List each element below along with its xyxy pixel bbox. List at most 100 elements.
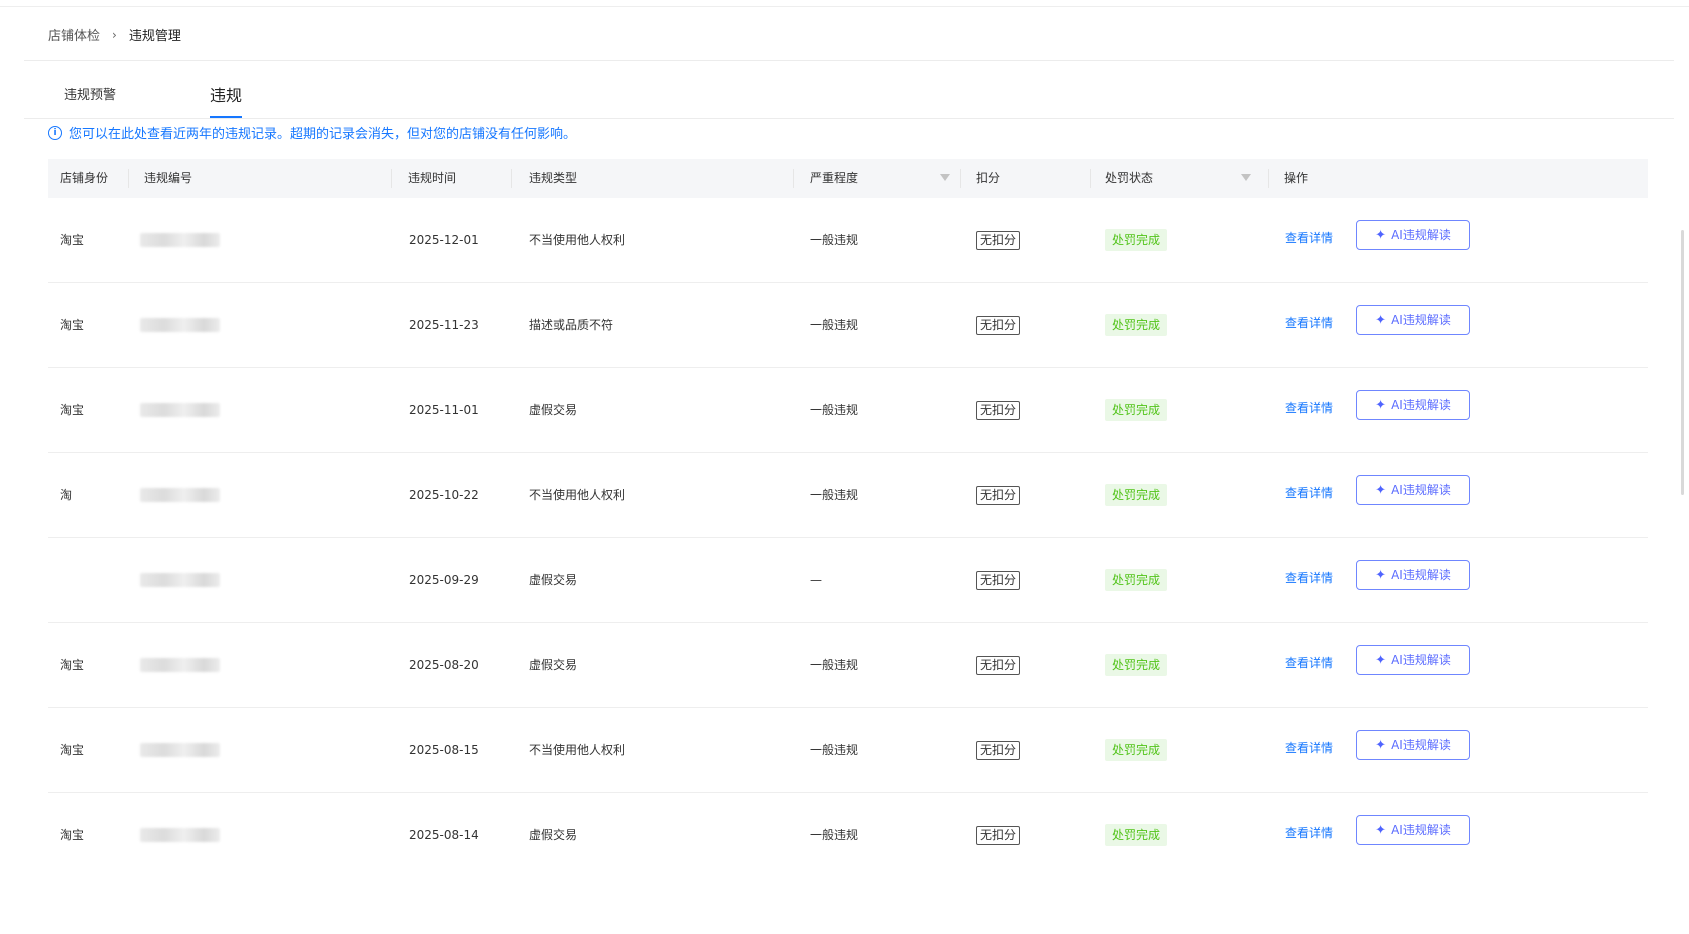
view-detail-link[interactable]: 查看详情: [1285, 198, 1333, 282]
page: 店铺体检 › 违规管理 违规预警 违规 i 您可以在此处查看近两年的违规记录。超…: [0, 0, 1689, 934]
severity-filter-icon[interactable]: [940, 174, 950, 181]
deduction-badge: 无扣分: [976, 571, 1021, 590]
cell-date: 2025-08-20: [409, 658, 479, 672]
cell-type: 虚假交易: [529, 403, 578, 417]
vertical-scrollbar[interactable]: [1681, 230, 1684, 495]
tab-bar: 违规预警 违规: [24, 76, 1674, 119]
cell-severity: 一般违规: [810, 403, 859, 417]
header-separator: [1090, 169, 1091, 188]
header-violation-time: 违规时间: [408, 171, 457, 185]
breadcrumb-current: 违规管理: [128, 29, 181, 44]
ai-button-label: AI违规解读: [1391, 398, 1451, 412]
tab-violation[interactable]: 违规: [210, 76, 243, 118]
header-shop-identity: 店铺身份: [60, 171, 109, 185]
cell-type: 描述或品质不符: [529, 318, 614, 332]
sparkle-icon: ✦: [1375, 823, 1387, 838]
cell-date: 2025-12-01: [409, 233, 479, 247]
info-icon: i: [48, 125, 62, 140]
cell-date: 2025-08-14: [409, 828, 479, 842]
top-divider: [0, 6, 1689, 7]
view-detail-link[interactable]: 查看详情: [1285, 453, 1333, 537]
header-separator: [511, 169, 512, 188]
blurred-violation-no: [140, 403, 220, 417]
header-separator: [1268, 169, 1269, 188]
cell-severity: 一般违规: [810, 743, 859, 757]
deduction-badge: 无扣分: [976, 486, 1021, 505]
tab-violation-warning[interactable]: 违规预警: [64, 76, 116, 117]
breadcrumb-divider: [24, 60, 1674, 61]
cell-date: 2025-10-22: [409, 488, 479, 502]
status-badge: 处罚完成: [1105, 739, 1168, 761]
view-detail-link[interactable]: 查看详情: [1285, 708, 1333, 792]
view-detail-link[interactable]: 查看详情: [1285, 368, 1333, 452]
ai-interpret-button[interactable]: ✦ AI违规解读: [1356, 305, 1470, 335]
header-separator: [391, 169, 392, 188]
info-notice: i 您可以在此处查看近两年的违规记录。超期的记录会消失，但对您的店铺没有任何影响…: [48, 123, 576, 142]
cell-severity: 一般违规: [810, 658, 859, 672]
blurred-violation-no: [140, 233, 220, 247]
table-row: 淘 2025-10-22 不当使用他人权利 一般违规 无扣分 处罚完成 查看详情…: [48, 453, 1648, 538]
table-row: 淘宝 2025-11-23 描述或品质不符 一般违规 无扣分 处罚完成 查看详情…: [48, 283, 1648, 368]
header-violation-type: 违规类型: [529, 171, 578, 185]
deduction-badge: 无扣分: [976, 401, 1021, 420]
view-detail-link[interactable]: 查看详情: [1285, 283, 1333, 367]
deduction-badge: 无扣分: [976, 656, 1021, 675]
header-deduction: 扣分: [976, 171, 1001, 185]
ai-interpret-button[interactable]: ✦ AI违规解读: [1356, 390, 1470, 420]
blurred-violation-no: [140, 828, 220, 842]
table-row: 淘宝 2025-08-14 虚假交易 一般违规 无扣分 处罚完成 查看详情 ✦ A…: [48, 793, 1648, 877]
ai-button-label: AI违规解读: [1391, 738, 1451, 752]
status-filter-icon[interactable]: [1241, 174, 1251, 181]
status-badge: 处罚完成: [1105, 399, 1168, 421]
view-detail-link[interactable]: 查看详情: [1285, 623, 1333, 707]
header-penalty-status: 处罚状态: [1105, 171, 1154, 185]
header-separator: [793, 169, 794, 188]
cell-type: 虚假交易: [529, 658, 578, 672]
ai-interpret-button[interactable]: ✦ AI违规解读: [1356, 560, 1470, 590]
cell-severity: 一般违规: [810, 318, 859, 332]
chevron-right-icon: ›: [112, 27, 117, 42]
header-violation-no: 违规编号: [144, 171, 193, 185]
cell-type: 不当使用他人权利: [529, 233, 626, 247]
ai-interpret-button[interactable]: ✦ AI违规解读: [1356, 220, 1470, 250]
cell-shop: 淘: [60, 488, 73, 502]
table-row: 2025-09-29 虚假交易 — 无扣分 处罚完成 查看详情 ✦ AI违规解读: [48, 538, 1648, 623]
cell-shop: 淘宝: [60, 658, 85, 672]
deduction-badge: 无扣分: [976, 741, 1021, 760]
header-actions: 操作: [1284, 171, 1309, 185]
cell-severity: 一般违规: [810, 828, 859, 842]
sparkle-icon: ✦: [1375, 738, 1387, 753]
status-badge: 处罚完成: [1105, 824, 1168, 846]
table-row: 淘宝 2025-11-01 虚假交易 一般违规 无扣分 处罚完成 查看详情 ✦ A…: [48, 368, 1648, 453]
ai-interpret-button[interactable]: ✦ AI违规解读: [1356, 475, 1470, 505]
notice-text: 您可以在此处查看近两年的违规记录。超期的记录会消失，但对您的店铺没有任何影响。: [69, 127, 577, 142]
sparkle-icon: ✦: [1375, 398, 1387, 413]
table-row: 淘宝 2025-08-15 不当使用他人权利 一般违规 无扣分 处罚完成 查看详…: [48, 708, 1648, 793]
blurred-violation-no: [140, 573, 220, 587]
ai-button-label: AI违规解读: [1391, 823, 1451, 837]
cell-type: 虚假交易: [529, 828, 578, 842]
view-detail-link[interactable]: 查看详情: [1285, 538, 1333, 622]
status-badge: 处罚完成: [1105, 654, 1168, 676]
ai-interpret-button[interactable]: ✦ AI违规解读: [1356, 730, 1470, 760]
blurred-violation-no: [140, 743, 220, 757]
sparkle-icon: ✦: [1375, 483, 1387, 498]
cell-shop: 淘宝: [60, 828, 85, 842]
ai-interpret-button[interactable]: ✦ AI违规解读: [1356, 815, 1470, 845]
blurred-violation-no: [140, 488, 220, 502]
ai-interpret-button[interactable]: ✦ AI违规解读: [1356, 645, 1470, 675]
cell-date: 2025-11-01: [409, 403, 479, 417]
view-detail-link[interactable]: 查看详情: [1285, 793, 1333, 877]
breadcrumb-parent-link[interactable]: 店铺体检: [48, 25, 100, 44]
ai-button-label: AI违规解读: [1391, 653, 1451, 667]
table-header: 店铺身份 违规编号 违规时间 违规类型 严重程度 扣分 处罚状态 操作: [48, 159, 1648, 198]
table-row: 淘宝 2025-08-20 虚假交易 一般违规 无扣分 处罚完成 查看详情 ✦ A…: [48, 623, 1648, 708]
cell-shop: 淘宝: [60, 743, 85, 757]
cell-severity: 一般违规: [810, 233, 859, 247]
ai-button-label: AI违规解读: [1391, 483, 1451, 497]
sparkle-icon: ✦: [1375, 653, 1387, 668]
breadcrumb: 店铺体检 › 违规管理: [48, 25, 181, 45]
header-severity: 严重程度: [810, 171, 859, 185]
deduction-badge: 无扣分: [976, 231, 1021, 250]
ai-button-label: AI违规解读: [1391, 568, 1451, 582]
